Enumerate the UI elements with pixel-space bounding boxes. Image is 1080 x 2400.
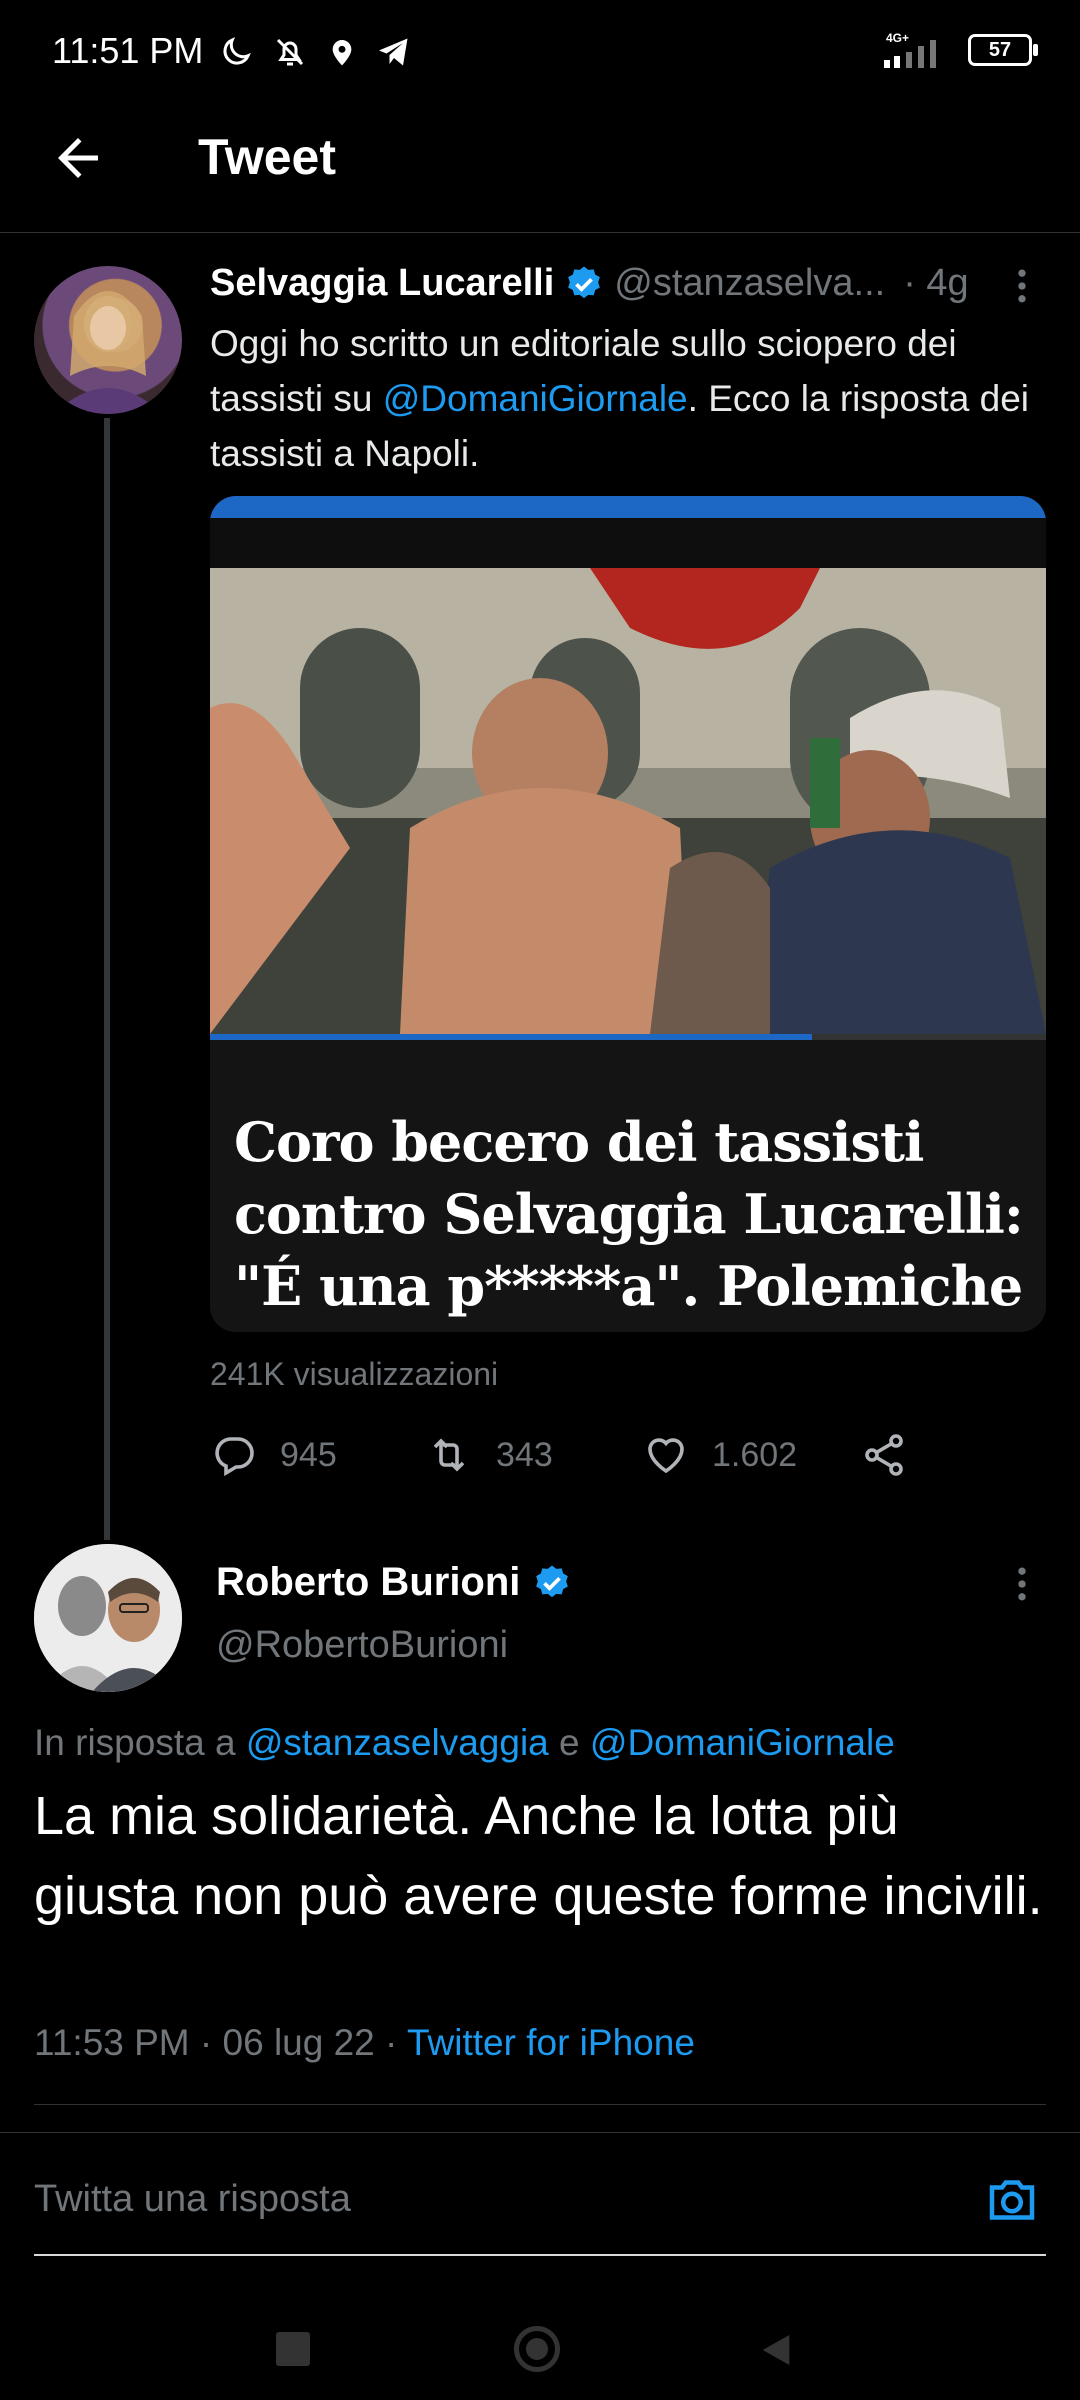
status-right: 4G+ 57 bbox=[884, 30, 1038, 70]
author-name[interactable]: Selvaggia Lucarelli bbox=[210, 262, 554, 305]
svg-text:4G+: 4G+ bbox=[886, 31, 909, 45]
author-handle[interactable]: @stanzaselva... bbox=[614, 262, 885, 305]
author-name[interactable]: Roberto Burioni bbox=[216, 1560, 520, 1605]
page-title: Tweet bbox=[198, 129, 336, 185]
reply-to-link[interactable]: @stanzaselvaggia bbox=[246, 1722, 549, 1763]
comment-icon bbox=[215, 1437, 254, 1477]
verified-badge-icon bbox=[536, 1565, 569, 1597]
tweet-actions: 945 343 1.602 bbox=[210, 1420, 1046, 1490]
more-vertical-icon bbox=[1018, 269, 1026, 303]
mention-link[interactable]: @DomaniGiornale bbox=[383, 378, 688, 419]
reply-placeholder: Twitta una risposta bbox=[34, 2178, 351, 2220]
telegram-icon bbox=[379, 38, 408, 66]
like-button[interactable]: 1.602 bbox=[642, 1420, 797, 1490]
bell-off-icon bbox=[276, 38, 304, 66]
tweet-header: Selvaggia Lucarelli @stanzaselva... · 4g bbox=[210, 262, 1040, 305]
heart-icon bbox=[648, 1438, 684, 1474]
camera-icon bbox=[989, 2180, 1035, 2220]
tweet-date: 06 lug 22 bbox=[222, 2022, 375, 2063]
video-frame-image bbox=[210, 568, 1046, 1034]
arrow-left-icon bbox=[58, 138, 98, 178]
view-count: 241K visualizzazioni bbox=[210, 1356, 499, 1392]
home-dot bbox=[526, 2338, 548, 2360]
reply-to-link[interactable]: @DomaniGiornale bbox=[590, 1722, 895, 1763]
tweet-source-link[interactable]: Twitter for iPhone bbox=[407, 2022, 695, 2063]
reply-text: La mia solidarietà. Anche la lotta più g… bbox=[34, 1786, 1043, 1926]
like-count: 1.602 bbox=[712, 1435, 798, 1474]
thread-line bbox=[104, 418, 110, 1540]
home-button[interactable] bbox=[514, 2326, 560, 2372]
more-options-button[interactable] bbox=[1000, 264, 1044, 308]
camera-button[interactable] bbox=[982, 2170, 1042, 2230]
back-button[interactable] bbox=[48, 128, 108, 188]
reply-compose-field[interactable]: Twitta una risposta bbox=[34, 2170, 1046, 2256]
share-button[interactable] bbox=[860, 1420, 908, 1490]
more-vertical-icon bbox=[1018, 1567, 1026, 1601]
avatar-image bbox=[34, 1544, 182, 1692]
signal-icon: 4G+ bbox=[884, 31, 936, 68]
media-caption: Coro becero dei tassisti contro Selvaggi… bbox=[234, 1110, 1024, 1318]
more-options-button[interactable] bbox=[1000, 1562, 1044, 1606]
recents-button[interactable] bbox=[276, 2332, 310, 2366]
battery-indicator: 57 bbox=[968, 34, 1038, 66]
status-time: 11:51 PM bbox=[52, 30, 204, 71]
verified-badge-icon bbox=[568, 266, 601, 298]
reply-context-label: In risposta a bbox=[34, 1722, 236, 1763]
retweet-button[interactable]: 343 bbox=[424, 1420, 553, 1490]
reply-button[interactable]: 945 bbox=[210, 1420, 337, 1490]
reply-context: In risposta a @stanzaselvaggia e @Domani… bbox=[34, 1722, 895, 1764]
tweet-text: Oggi ho scritto un editoriale sullo scio… bbox=[210, 316, 1056, 481]
compose-divider bbox=[0, 2132, 1080, 2133]
header-divider bbox=[0, 232, 1080, 233]
moon-icon bbox=[223, 37, 251, 65]
location-icon bbox=[332, 40, 352, 66]
reply-context-conjunction: e bbox=[559, 1722, 580, 1763]
reply-count: 945 bbox=[280, 1435, 337, 1474]
back-nav-button[interactable] bbox=[756, 2330, 796, 2370]
reply-header: Roberto Burioni bbox=[216, 1560, 572, 1605]
avatar[interactable] bbox=[34, 1544, 182, 1692]
retweet-icon bbox=[433, 1438, 465, 1472]
media-top-bar bbox=[210, 496, 1046, 518]
avatar[interactable] bbox=[34, 266, 182, 414]
retweet-count: 343 bbox=[496, 1435, 553, 1474]
tweet-time: 11:53 PM bbox=[34, 2022, 190, 2063]
system-nav-bar bbox=[0, 2280, 1080, 2400]
tweet-media[interactable]: Coro becero dei tassisti contro Selvaggi… bbox=[210, 496, 1046, 1332]
share-icon bbox=[865, 1434, 903, 1476]
status-bar: 11:51 PM 4G+ 57 bbox=[0, 0, 1080, 104]
media-frame-top bbox=[210, 518, 1046, 568]
avatar-image bbox=[54, 291, 162, 414]
tweet-time: · 4g bbox=[903, 262, 969, 304]
meta-divider bbox=[34, 2104, 1046, 2105]
tweet-meta: 11:53 PM · 06 lug 22 · Twitter for iPhon… bbox=[34, 2022, 695, 2063]
author-handle[interactable]: @RobertoBurioni bbox=[216, 1624, 508, 1667]
status-icons bbox=[218, 28, 412, 76]
